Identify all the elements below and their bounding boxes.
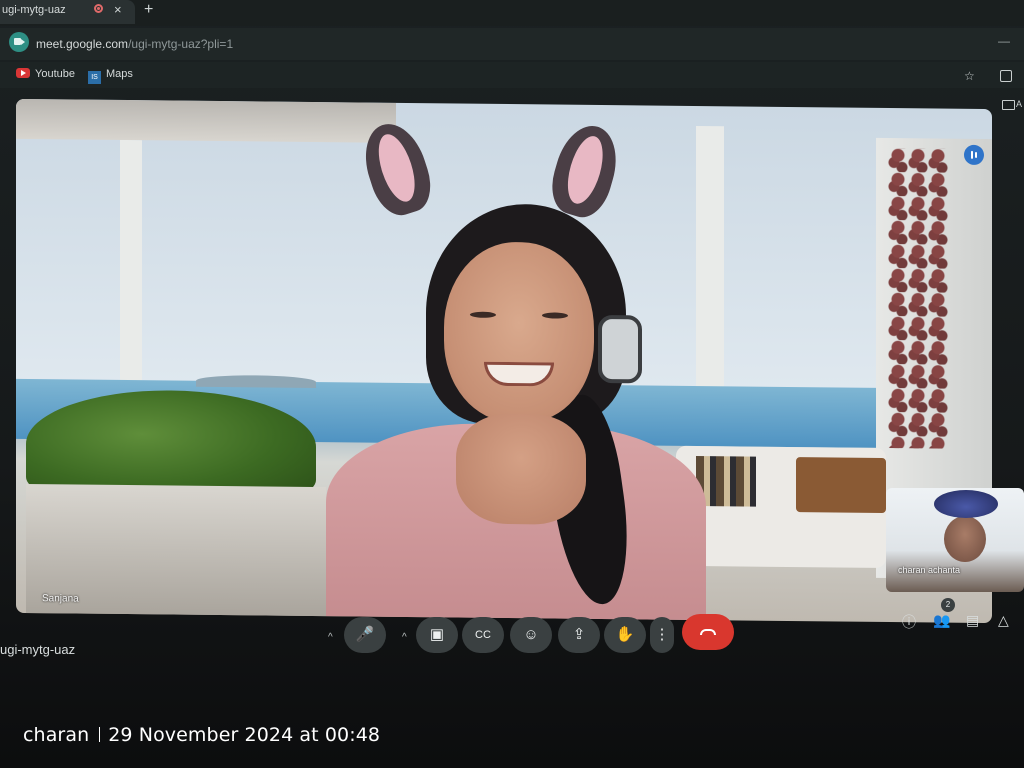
address-bar[interactable]: meet.google.com/ugi-mytg-uaz?pli=1 (36, 37, 233, 51)
google-meet-icon (9, 32, 29, 52)
headphone (598, 314, 642, 384)
bookmark-maps[interactable]: IS Maps (88, 68, 133, 84)
raise-hand-button[interactable]: ✋ (604, 617, 646, 653)
browser-tab-strip: ugi-mytg-uaz × + (0, 0, 1024, 26)
photo-caption: charan 29 November 2024 at 00:48 (23, 724, 380, 746)
browser-tab[interactable]: ugi-mytg-uaz × (0, 0, 135, 24)
main-video-tile[interactable]: Sanjana (16, 98, 992, 624)
minimize-icon[interactable]: — (998, 34, 1010, 48)
youtube-icon (16, 68, 30, 78)
caption-separator (99, 727, 101, 742)
bookmark-label: Maps (106, 68, 133, 80)
bookmarks-bar: Youtube IS Maps (0, 62, 1024, 88)
participant-hands (456, 413, 586, 525)
self-view-tile[interactable]: charan achanta (886, 488, 1024, 592)
caption-datetime: 29 November 2024 at 00:48 (108, 724, 381, 746)
all-bookmarks-folder-icon[interactable] (1002, 100, 1015, 110)
bunny-ear-right (544, 118, 626, 224)
camera-button[interactable]: ▣ (416, 617, 458, 653)
activities-icon[interactable]: △ (998, 612, 1009, 629)
self-view-name-label: charan achanta (898, 565, 961, 575)
url-path: /ugi-mytg-uaz?pli=1 (128, 37, 234, 51)
bookmark-youtube[interactable]: Youtube (16, 68, 75, 80)
people-icon[interactable]: 👥 (933, 612, 950, 629)
caption-author: charan (23, 724, 90, 746)
all-bookmarks-label[interactable]: A (1016, 99, 1022, 109)
participant-video (306, 116, 726, 624)
recording-icon (94, 4, 103, 13)
meeting-code: ugi-mytg-uaz (0, 642, 76, 657)
background-vine (888, 148, 948, 449)
participant-face (444, 241, 594, 423)
new-tab-button[interactable]: + (144, 1, 153, 19)
reactions-button[interactable]: ☺ (510, 617, 552, 653)
background-pillow (796, 457, 886, 514)
background-pillar (120, 139, 142, 401)
more-options-button[interactable]: ⋮ (650, 617, 674, 653)
meeting-info-icon[interactable]: ⓘ (902, 612, 916, 632)
captions-button[interactable]: CC (462, 617, 504, 653)
speaking-indicator-icon (964, 144, 984, 166)
participant-count-badge: 2 (941, 598, 955, 612)
bunny-ear-left (355, 116, 439, 222)
bookmark-star-icon[interactable]: ☆ (964, 69, 975, 83)
photo-of-screen: ugi-mytg-uaz × + meet.google.com/ugi-myt… (0, 0, 1024, 768)
extensions-icon[interactable] (1000, 70, 1012, 82)
bookmark-label: Youtube (35, 68, 75, 80)
tab-close-icon[interactable]: × (114, 2, 122, 17)
maps-icon: IS (88, 71, 101, 84)
end-call-button[interactable] (682, 614, 734, 650)
self-view-person (944, 516, 986, 562)
microphone-button[interactable]: 🎤 (344, 617, 386, 653)
background-hills (196, 374, 316, 389)
audio-options-chevron-icon[interactable]: ^ (328, 632, 333, 643)
address-bar-row: meet.google.com/ugi-mytg-uaz?pli=1 — (0, 28, 1024, 60)
tab-title: ugi-mytg-uaz (2, 4, 66, 16)
chat-icon[interactable]: ▤ (966, 612, 979, 629)
participant-name-label: Sanjana (42, 593, 79, 605)
present-screen-button[interactable]: ⇪ (558, 617, 600, 653)
video-options-chevron-icon[interactable]: ^ (402, 632, 407, 643)
url-host: meet.google.com (36, 37, 129, 51)
self-view-hat (934, 490, 998, 518)
